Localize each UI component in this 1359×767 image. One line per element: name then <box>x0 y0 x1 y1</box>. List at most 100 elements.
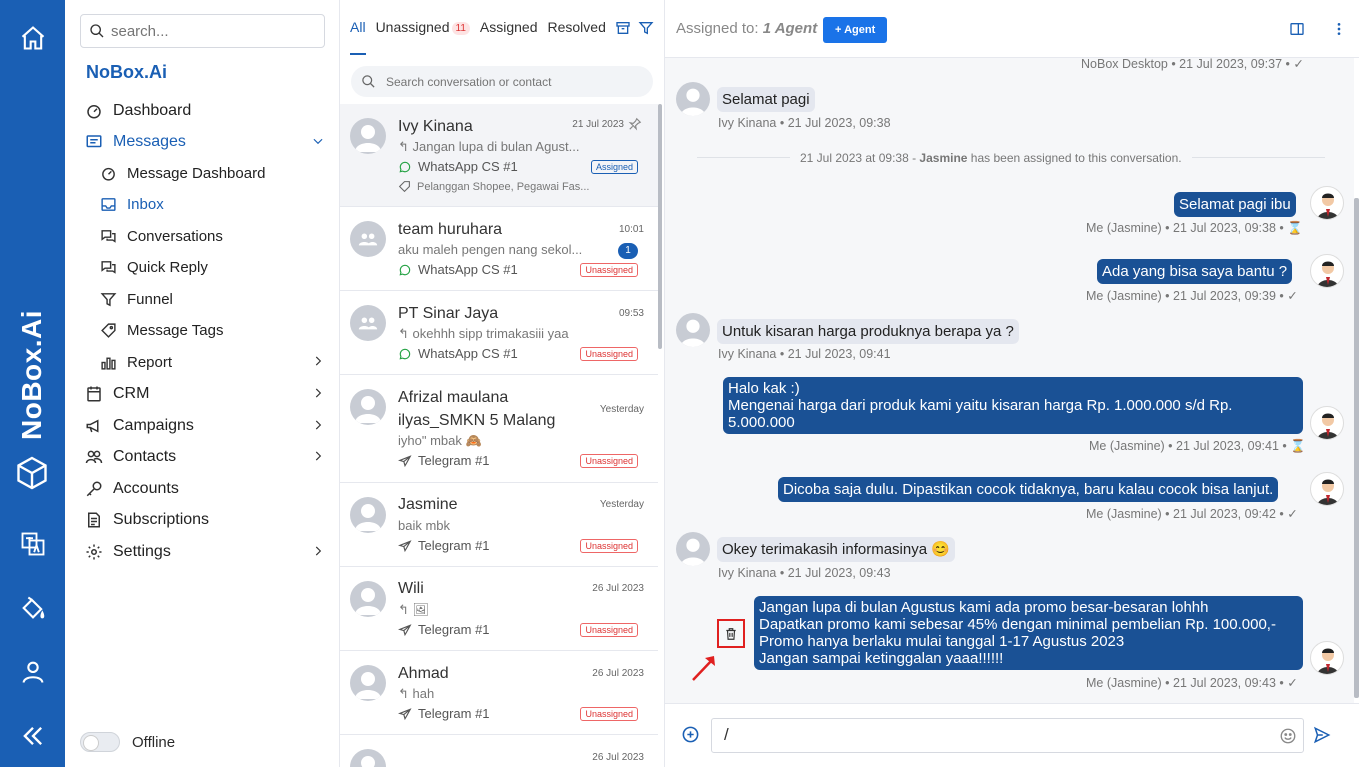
conversation-name: Wili <box>398 580 424 597</box>
message-meta: Me (Jasmine) • 21 Jul 2023, 09:38 • ⌛ <box>1086 221 1303 235</box>
online-status-label: Offline <box>132 733 176 751</box>
message-bubble[interactable]: Okey terimakasih informasinya 😊 <box>717 537 955 562</box>
add-attachment-icon[interactable] <box>681 725 700 744</box>
pin-icon[interactable] <box>628 117 642 131</box>
tab-assigned[interactable]: Assigned <box>480 19 538 35</box>
archive-icon[interactable] <box>615 20 631 36</box>
paint-bucket-icon[interactable] <box>17 592 49 624</box>
send-icon[interactable] <box>1313 726 1331 744</box>
conversation-item[interactable]: Ahmad 26 Jul 2023 ↰ hah Telegram #1 Unas… <box>340 651 658 735</box>
status-badge: Unassigned <box>580 623 638 637</box>
message-line: 5.000.000 <box>728 414 795 431</box>
nav-contacts[interactable]: Contacts <box>85 445 325 469</box>
online-toggle[interactable] <box>80 732 120 752</box>
tab-all[interactable]: All <box>350 19 366 55</box>
nav-conversations[interactable]: Conversations <box>99 224 325 248</box>
key-icon <box>85 480 103 498</box>
message-bubble[interactable]: Selamat pagi <box>717 87 815 112</box>
conversation-search-input[interactable] <box>386 74 636 89</box>
tab-resolved[interactable]: Resolved <box>547 19 605 35</box>
avatar <box>350 581 386 617</box>
message-bubble[interactable]: Ada yang bisa saya bantu ? <box>1097 259 1293 284</box>
whatsapp-icon <box>399 264 411 275</box>
chat-scrollbar-thumb[interactable] <box>1354 198 1359 698</box>
nav-message-dashboard-label: Message Dashboard <box>127 164 266 182</box>
nav-settings[interactable]: Settings <box>85 540 325 564</box>
conversation-list-scrollbar[interactable] <box>658 104 662 349</box>
message-input-field[interactable] <box>711 718 1304 753</box>
conversation-item[interactable]: 26 Jul 2023 <box>340 735 658 767</box>
online-status: Offline <box>80 732 175 752</box>
gauge-icon <box>99 164 117 182</box>
nav-subscriptions[interactable]: Subscriptions <box>85 508 325 532</box>
message-list-icon <box>85 133 103 151</box>
nav-conversations-label: Conversations <box>127 227 223 245</box>
nav-accounts[interactable]: Accounts <box>85 477 325 501</box>
avatar <box>350 118 386 154</box>
conversation-item[interactable]: PT Sinar Jaya 09:53 ↰ okehhh sipp trimak… <box>340 291 658 375</box>
message-bubble[interactable]: Dicoba saja dulu. Dipastikan cocok tidak… <box>778 477 1279 502</box>
chat-header: Assigned to: 1 Agent + Agent <box>665 0 1359 58</box>
conversation-item[interactable]: Jasmine Yesterday baik mbk Telegram #1 U… <box>340 483 658 567</box>
message-meta: Me (Jasmine) • 21 Jul 2023, 09:43 • ✓ <box>1086 676 1298 690</box>
gear-icon <box>85 543 103 561</box>
message-input[interactable] <box>724 725 1264 745</box>
nav-report[interactable]: Report <box>99 350 325 374</box>
nav-crm-label: CRM <box>113 385 150 402</box>
status-badge: Unassigned <box>580 707 638 721</box>
home-icon[interactable] <box>17 22 49 54</box>
nav-quick-reply[interactable]: Quick Reply <box>99 255 325 279</box>
avatar <box>676 532 710 566</box>
translate-icon[interactable] <box>17 528 49 560</box>
more-vertical-icon[interactable] <box>1331 21 1347 37</box>
message-bubble[interactable]: Untuk kisaran harga produknya berapa ya … <box>717 319 1019 344</box>
telegram-icon <box>398 454 412 467</box>
conversation-item[interactable]: Ivy Kinana 21 Jul 2023 ↰ Jangan lupa di … <box>340 104 658 207</box>
conversation-preview-text: Jangan lupa di bulan Agust... <box>412 139 580 154</box>
panel-toggle-icon[interactable] <box>1289 21 1305 37</box>
group-avatar <box>350 305 386 341</box>
avatar <box>676 82 710 116</box>
sidebar-search[interactable] <box>80 14 325 48</box>
nav-dashboard[interactable]: Dashboard <box>85 99 325 123</box>
conversation-tags-text: Pelanggan Shopee, Pegawai Fas... <box>417 180 590 193</box>
agent-avatar <box>1310 641 1344 675</box>
conversation-item[interactable]: Wili 26 Jul 2023 ↰ 🖼 Telegram #1 Unassig… <box>340 567 658 651</box>
nav-inbox[interactable]: Inbox <box>99 192 325 216</box>
collapse-icon[interactable] <box>17 720 49 752</box>
nav-crm[interactable]: CRM <box>85 382 325 406</box>
assigned-to-text: Assigned to: <box>676 20 759 37</box>
search-input[interactable] <box>111 22 311 40</box>
conversation-search[interactable] <box>351 66 653 97</box>
conversation-channel: WhatsApp CS #1 <box>398 262 518 277</box>
nav-messages[interactable]: Messages <box>85 130 325 154</box>
message-bubble[interactable]: Jangan lupa di bulan Agustus kami ada pr… <box>754 596 1303 670</box>
group-avatar <box>350 221 386 257</box>
conversation-name: Ahmad <box>398 665 449 682</box>
filter-icon[interactable] <box>638 20 654 36</box>
chat-panel: Assigned to: 1 Agent + Agent NoBox Deskt… <box>665 0 1359 767</box>
system-message-agent: Jasmine <box>919 151 968 165</box>
nav-message-dashboard[interactable]: Message Dashboard <box>99 161 325 185</box>
nav-campaigns-label: Campaigns <box>113 417 194 434</box>
message-bubble[interactable]: Selamat pagi ibu <box>1174 192 1296 217</box>
conversation-name: Jasmine <box>398 496 458 513</box>
user-icon[interactable] <box>17 656 49 688</box>
conversation-item[interactable]: Afrizal maulana ilyas_SMKN 5 Malang Yest… <box>340 375 658 483</box>
trash-icon <box>726 627 736 640</box>
emoji-icon[interactable] <box>1279 727 1297 745</box>
chat-scrollbar[interactable] <box>1354 58 1359 703</box>
nav-message-tags[interactable]: Message Tags <box>99 318 325 342</box>
status-badge: Unassigned <box>580 539 638 553</box>
nav-funnel[interactable]: Funnel <box>99 287 325 311</box>
add-agent-button[interactable]: + Agent <box>823 17 888 43</box>
conversation-item[interactable]: team huruhara 10:01 aku maleh pengen nan… <box>340 207 658 291</box>
delete-message-button[interactable] <box>717 619 745 648</box>
conversation-channel: Telegram #1 <box>398 538 490 553</box>
message-bubble[interactable]: Halo kak :) Mengenai harga dari produk k… <box>723 377 1303 434</box>
nav-campaigns[interactable]: Campaigns <box>85 414 325 438</box>
message-line: Halo kak :) <box>728 380 800 397</box>
conversation-tabs: All Unassigned 11 Assigned Resolved <box>350 19 616 55</box>
tab-unassigned[interactable]: Unassigned 11 <box>376 19 470 35</box>
conversation-time: 09:53 <box>618 308 644 319</box>
